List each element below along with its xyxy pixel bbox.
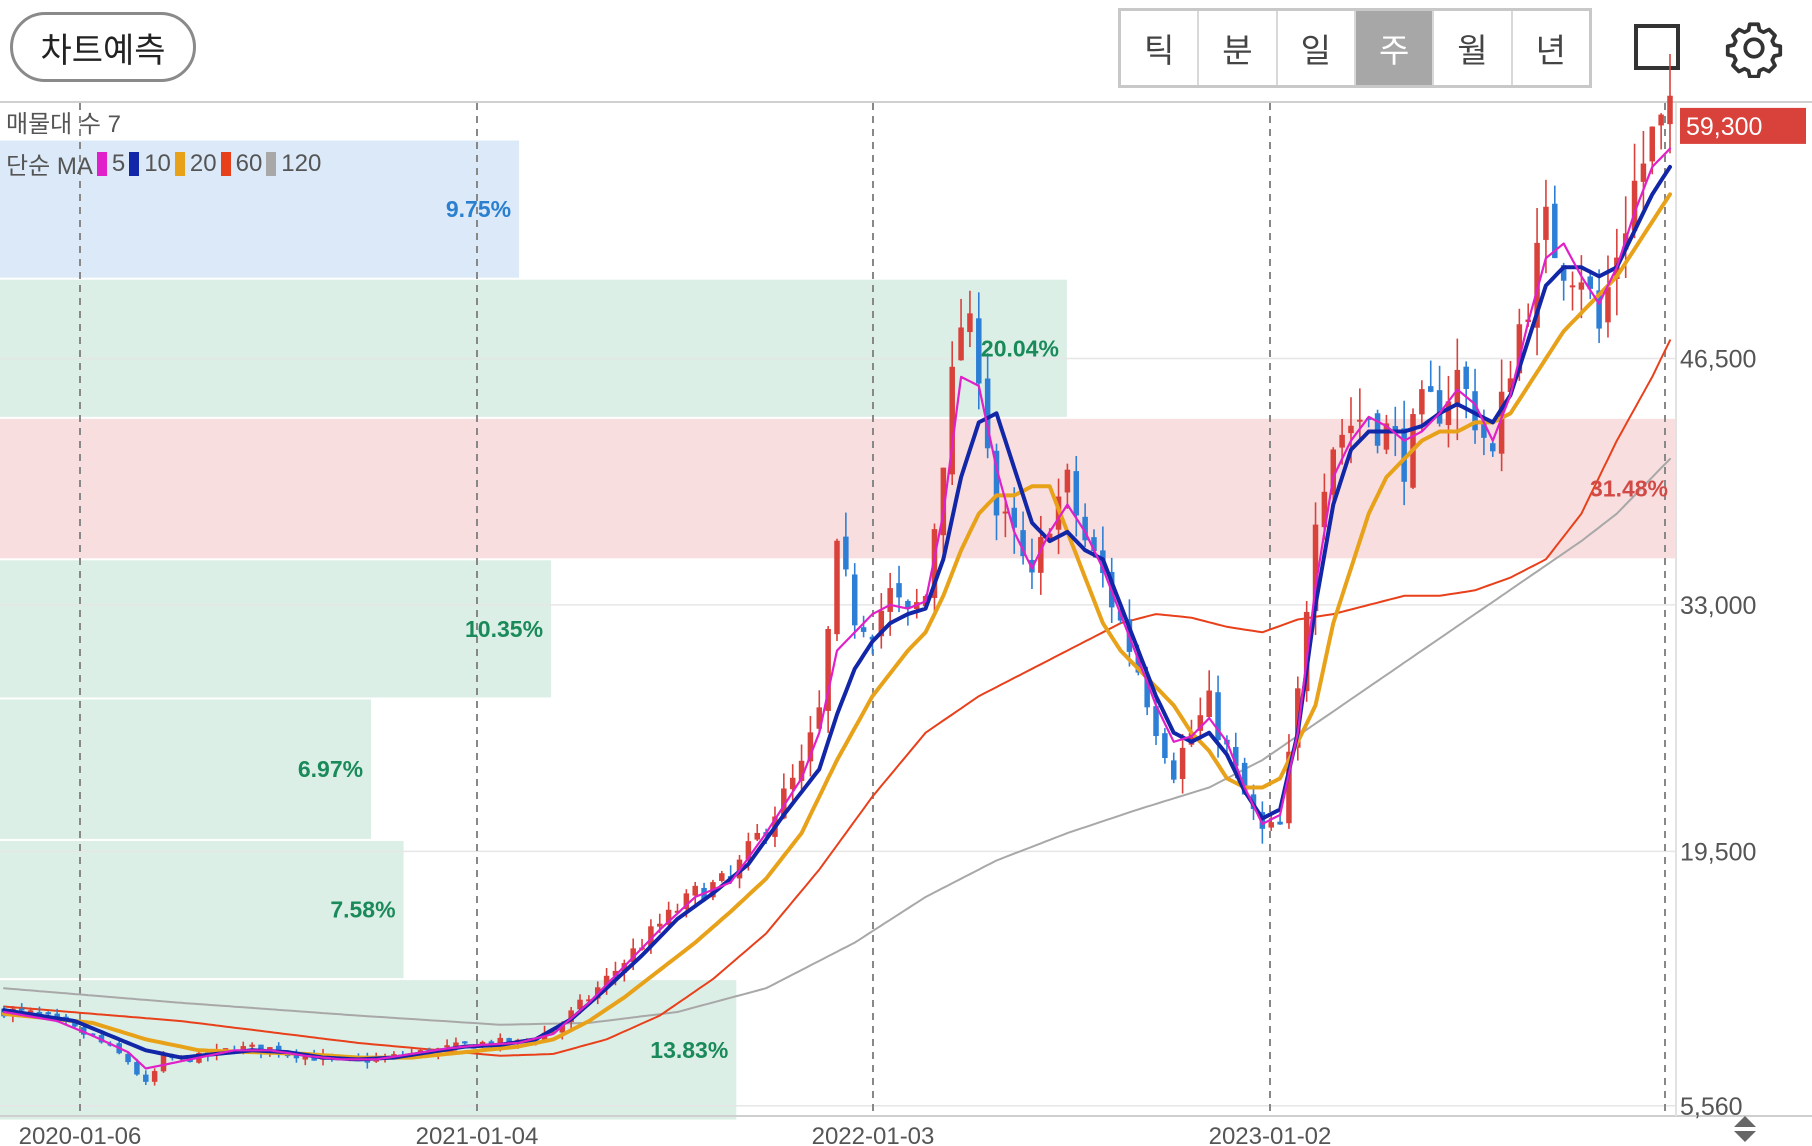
x-tick-label: 2020-01-06	[19, 1123, 142, 1146]
candle-body	[134, 1062, 140, 1075]
candle-body	[249, 1044, 255, 1047]
x-tick-label: 2022-01-03	[812, 1123, 935, 1146]
candle-body	[1649, 126, 1656, 162]
candle-body	[1162, 733, 1168, 759]
volume-profile-label: 20.04%	[981, 335, 1059, 361]
candle-body	[1605, 287, 1611, 323]
candle-body	[1578, 282, 1585, 290]
y-tick-label: 46,500	[1680, 346, 1756, 374]
ma20-label: 20	[189, 149, 217, 177]
candle-body	[1170, 760, 1177, 780]
candle-body	[18, 1008, 25, 1011]
ma120-swatch	[266, 151, 277, 176]
candle-body	[444, 1045, 450, 1048]
volume-profile-label: 13.83%	[650, 1037, 728, 1063]
candle-body	[1640, 163, 1647, 182]
candle-body	[860, 627, 867, 632]
candle-body	[151, 1071, 158, 1082]
candle-body	[754, 832, 760, 840]
candle-body	[1179, 747, 1186, 780]
candle-body	[896, 583, 902, 598]
candle-body	[1357, 419, 1363, 422]
candle-body	[1374, 413, 1381, 446]
candle-body	[843, 536, 849, 570]
ma60-label: 60	[235, 149, 263, 177]
ma5-swatch	[96, 151, 107, 176]
ma120-label: 120	[281, 149, 322, 177]
ma-legend: 단순 MA 5 10 20 60 120	[6, 146, 321, 181]
candle-body	[143, 1074, 149, 1082]
ma5-label: 5	[111, 149, 126, 177]
candle-body	[160, 1055, 167, 1072]
candle-body	[657, 923, 663, 927]
volume-profile-label: 10.35%	[465, 616, 543, 642]
volume-profile-label: 6.97%	[298, 756, 363, 782]
volume-profile-label: 9.75%	[446, 196, 511, 222]
ma-legend-title: 단순 MA	[6, 153, 93, 180]
candle-body	[1436, 390, 1443, 424]
candle-body	[1419, 389, 1425, 415]
candle-body	[45, 1012, 52, 1015]
candle-body	[1002, 511, 1009, 514]
candle-body	[1427, 386, 1434, 392]
y-tick-label: 33,000	[1680, 592, 1756, 620]
candle-body	[1490, 443, 1496, 452]
candle-body	[1277, 821, 1283, 825]
candle-body	[719, 873, 725, 881]
ma10-label: 10	[144, 149, 171, 177]
candle-body	[834, 540, 840, 635]
ma60-swatch	[220, 151, 231, 176]
candle-body	[887, 588, 893, 612]
ma20-swatch	[174, 151, 185, 176]
candle-body	[1268, 822, 1274, 828]
candle-body	[1463, 366, 1469, 389]
volume-profile-label: 31.48%	[1590, 476, 1668, 502]
candle-body	[1348, 425, 1354, 434]
candle-body	[692, 885, 698, 896]
candle-body	[1064, 469, 1071, 493]
x-tick-label: 2021-01-04	[416, 1123, 539, 1146]
volume-profile-label: 7.58%	[330, 897, 395, 923]
y-tick-label: 19,500	[1680, 838, 1756, 866]
ma10-swatch	[129, 151, 140, 176]
x-tick-label: 2023-01-02	[1209, 1123, 1332, 1146]
volume-profile-bar	[0, 279, 1067, 417]
candle-body	[958, 327, 964, 361]
scroll-handle-icon[interactable]	[1730, 1114, 1760, 1144]
volume-profile-bar	[0, 980, 737, 1120]
candle-body	[1454, 369, 1461, 407]
candle-body	[1339, 434, 1345, 448]
candle-body	[1569, 285, 1576, 288]
candle-body	[967, 313, 973, 333]
candle-body	[1073, 471, 1080, 516]
candle-body	[1206, 690, 1212, 718]
candle-body	[1667, 95, 1673, 125]
candle-body	[1658, 114, 1664, 126]
candle-body	[462, 1041, 468, 1044]
current-price-label: 59,300	[1686, 113, 1762, 141]
candle-body	[1543, 206, 1549, 240]
volume-profile-label: 매물대 수 7	[6, 111, 122, 138]
candle-body	[851, 574, 858, 626]
